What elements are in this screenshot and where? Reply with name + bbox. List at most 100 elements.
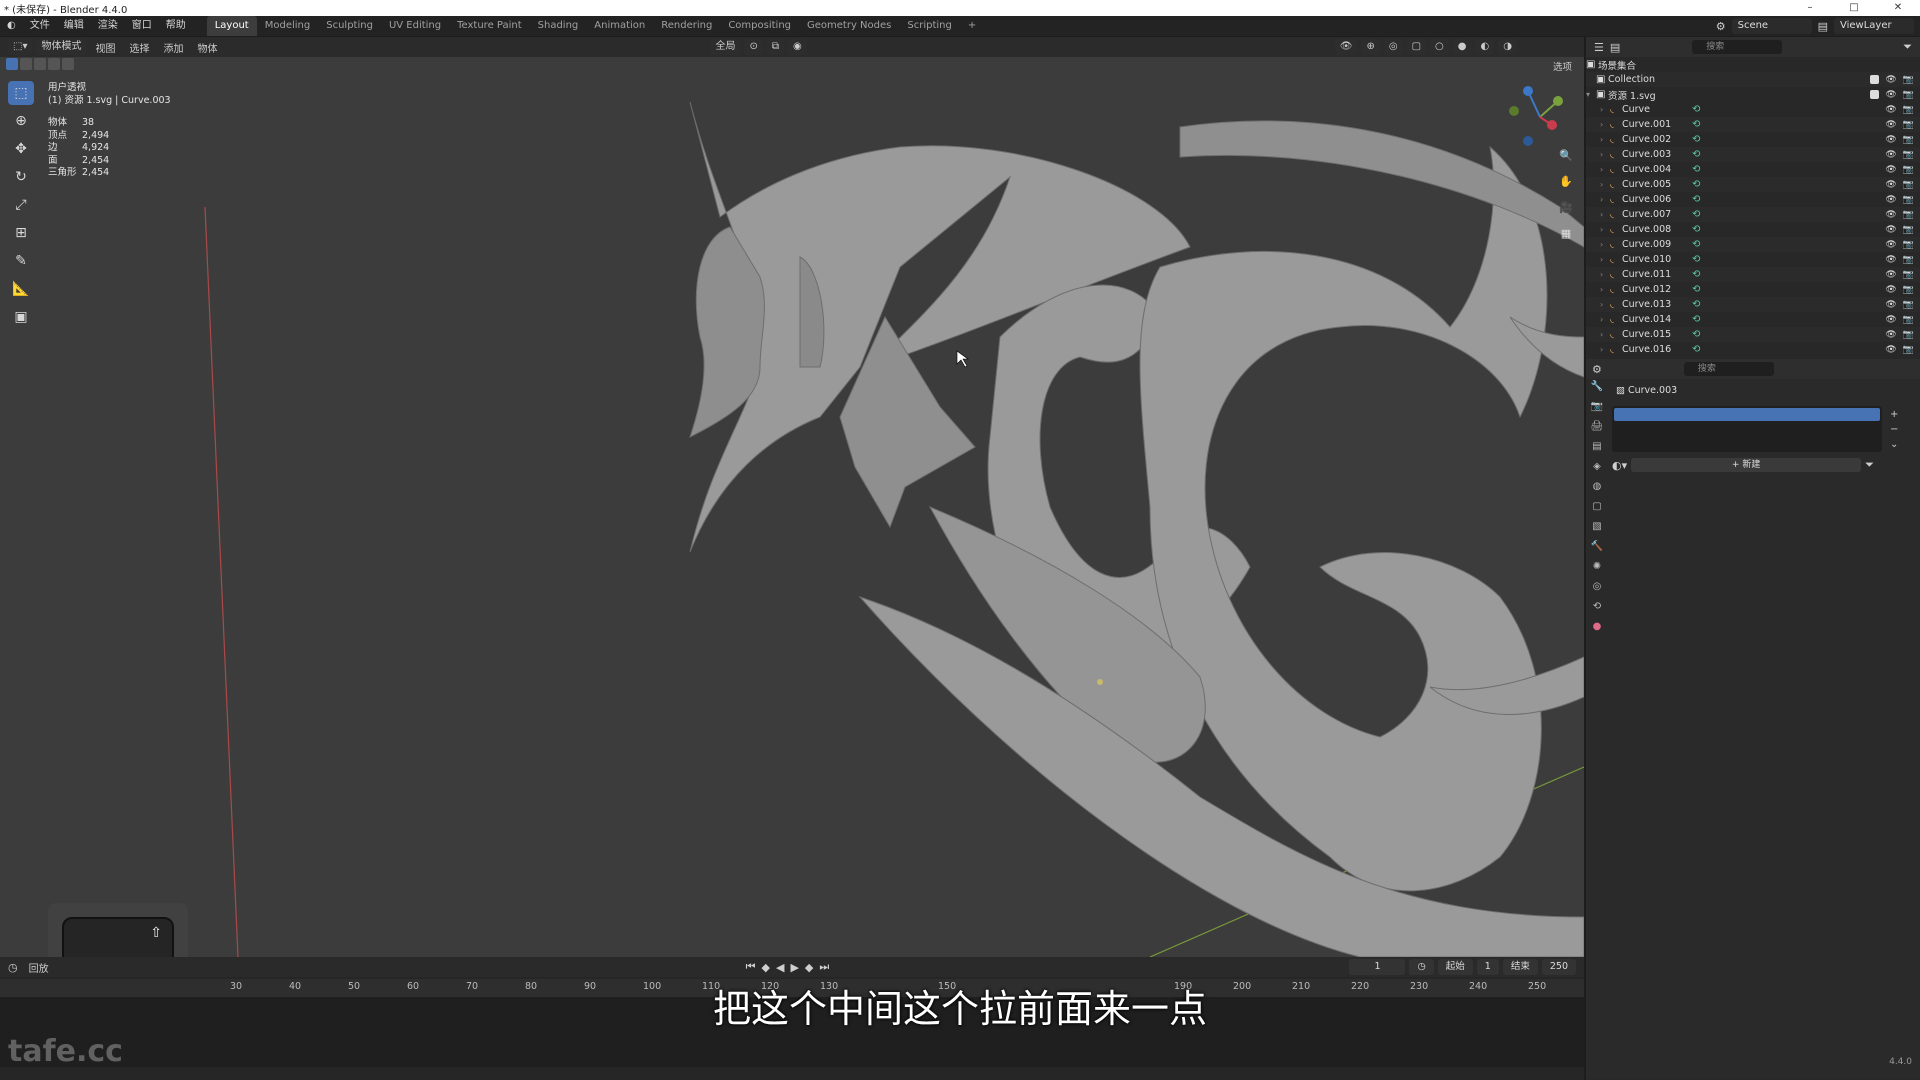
- camera-icon[interactable]: 📷: [1903, 225, 1914, 235]
- add-cube-tool[interactable]: ▣: [8, 305, 34, 329]
- outliner-row-scene-collection[interactable]: ▣ 场景集合: [1586, 57, 1920, 72]
- outliner-row-curve[interactable]: › ◟ Curve.007 ⟲ 👁 📷: [1586, 207, 1920, 222]
- select-subtract-icon[interactable]: [34, 58, 46, 70]
- curve-data-icon[interactable]: ⟲: [1692, 314, 1700, 325]
- expand-arrow-icon[interactable]: ›: [1600, 180, 1610, 189]
- mode-selector[interactable]: 物体模式: [36, 39, 87, 55]
- expand-arrow-icon[interactable]: ›: [1600, 225, 1610, 234]
- tab-modeling[interactable]: Modeling: [257, 16, 319, 36]
- eye-icon[interactable]: 👁: [1885, 255, 1896, 265]
- add-slot-icon[interactable]: +: [1890, 409, 1898, 420]
- curve-data-icon[interactable]: ⟲: [1692, 179, 1700, 190]
- camera-icon[interactable]: 📷: [1903, 345, 1914, 355]
- expand-arrow-icon[interactable]: ›: [1600, 300, 1610, 309]
- eye-icon[interactable]: 👁: [1885, 300, 1896, 310]
- transform-orientation-selector[interactable]: 全局: [710, 39, 741, 55]
- expand-arrow-icon[interactable]: ›: [1600, 120, 1610, 129]
- select-extend-icon[interactable]: [20, 58, 32, 70]
- curve-data-icon[interactable]: ⟲: [1692, 104, 1700, 115]
- svg-logo-object[interactable]: [689, 101, 1584, 957]
- menu-add[interactable]: 添加: [158, 40, 188, 55]
- curve-data-icon[interactable]: ⟲: [1692, 194, 1700, 205]
- view-layer-tab-icon[interactable]: ▤: [1589, 441, 1605, 455]
- 3d-viewport[interactable]: ⬚▾ 物体模式 视图 选择 添加 物体 全局 ⊙ ⧉ ◉ 👁 ⊕ ◎ ▢ ○ ●…: [0, 37, 1584, 957]
- new-material-button[interactable]: + 新建: [1631, 458, 1862, 472]
- pivot-icon[interactable]: ⊙: [744, 39, 763, 55]
- outliner-row-curve[interactable]: › ◟ Curve.008 ⟲ 👁 📷: [1586, 222, 1920, 237]
- scale-tool[interactable]: ⤢: [8, 193, 34, 217]
- camera-icon[interactable]: 📷: [1903, 195, 1914, 205]
- jump-start-icon[interactable]: ⏮: [746, 960, 756, 974]
- camera-icon[interactable]: 📷: [1903, 240, 1914, 250]
- data-tab-icon[interactable]: ⟲: [1589, 601, 1605, 615]
- eye-icon[interactable]: 👁: [1885, 195, 1896, 205]
- camera-icon[interactable]: 📷: [1903, 210, 1914, 220]
- outliner-row-curve[interactable]: › ◟ Curve.016 ⟲ 👁 📷: [1586, 342, 1920, 357]
- outliner-row-curve[interactable]: › ◟ Curve.001 ⟲ 👁 📷: [1586, 117, 1920, 132]
- camera-icon[interactable]: 📷: [1903, 75, 1914, 85]
- navigation-gizmo[interactable]: [1508, 85, 1572, 149]
- world-tab-icon[interactable]: ◍: [1589, 481, 1605, 495]
- options-button[interactable]: 选项: [1553, 59, 1572, 73]
- shading-rendered-icon[interactable]: ◑: [1498, 39, 1517, 55]
- annotate-tool[interactable]: ✎: [8, 249, 34, 273]
- eye-icon[interactable]: 👁: [1885, 180, 1896, 190]
- include-checkbox[interactable]: [1870, 89, 1880, 99]
- key-next-icon[interactable]: ◆: [805, 961, 813, 974]
- measure-tool[interactable]: 📐: [8, 277, 34, 301]
- filter-icon[interactable]: ⏷: [1903, 40, 1912, 54]
- scene-tab-icon[interactable]: ◈: [1589, 461, 1605, 475]
- grid-view-icon[interactable]: ▦: [1556, 227, 1576, 245]
- camera-icon[interactable]: 📷: [1903, 270, 1914, 280]
- eye-icon[interactable]: 👁: [1885, 285, 1896, 295]
- render-tab-icon[interactable]: 📷: [1589, 401, 1605, 415]
- blender-logo-icon[interactable]: ◐: [0, 16, 23, 36]
- expand-arrow-icon[interactable]: ›: [1600, 255, 1610, 264]
- include-checkbox[interactable]: [1870, 74, 1880, 84]
- camera-icon[interactable]: 📷: [1903, 315, 1914, 325]
- tab-compositing[interactable]: Compositing: [720, 16, 799, 36]
- camera-icon[interactable]: 📷: [1903, 255, 1914, 265]
- eye-icon[interactable]: 👁: [1885, 330, 1896, 340]
- tab-shading[interactable]: Shading: [530, 16, 587, 36]
- expand-arrow-icon[interactable]: ›: [1600, 285, 1610, 294]
- camera-icon[interactable]: 📷: [1903, 150, 1914, 160]
- playback-menu[interactable]: 回放: [24, 960, 54, 975]
- camera-icon[interactable]: 📷: [1903, 120, 1914, 130]
- proportional-edit-icon[interactable]: ◉: [788, 39, 807, 55]
- rotate-tool[interactable]: ↻: [8, 165, 34, 189]
- eye-icon[interactable]: 👁: [1885, 240, 1896, 250]
- outliner-row-svg-collection[interactable]: ▾ ▣ 资源 1.svg 👁 📷: [1586, 87, 1920, 102]
- outliner-row-curve[interactable]: › ◟ Curve.012 ⟲ 👁 📷: [1586, 282, 1920, 297]
- outliner-editor-icon[interactable]: ☰: [1594, 41, 1604, 54]
- scene-selector[interactable]: Scene: [1731, 18, 1812, 34]
- xray-toggle-icon[interactable]: ▢: [1406, 39, 1427, 55]
- curve-data-icon[interactable]: ⟲: [1692, 254, 1700, 265]
- expand-arrow-icon[interactable]: ▾: [1586, 90, 1596, 99]
- material-slot-list[interactable]: [1612, 406, 1882, 452]
- menu-render[interactable]: 渲染: [91, 16, 125, 36]
- eye-icon[interactable]: 👁: [1885, 90, 1896, 100]
- output-tab-icon[interactable]: 🖨: [1589, 421, 1605, 435]
- camera-icon[interactable]: 📷: [1903, 180, 1914, 190]
- camera-icon[interactable]: 🎥: [1556, 201, 1576, 219]
- curve-data-icon[interactable]: ⟲: [1692, 119, 1700, 130]
- eye-icon[interactable]: 👁: [1885, 270, 1896, 280]
- eye-icon[interactable]: 👁: [1885, 105, 1896, 115]
- tab-geometry-nodes[interactable]: Geometry Nodes: [799, 16, 899, 36]
- outliner-row-curve[interactable]: › ◟ Curve.009 ⟲ 👁 📷: [1586, 237, 1920, 252]
- timeline-editor-icon[interactable]: ◷: [8, 961, 18, 974]
- eye-icon[interactable]: 👁: [1885, 150, 1896, 160]
- expand-arrow-icon[interactable]: ›: [1600, 150, 1610, 159]
- end-frame-field[interactable]: 250: [1541, 959, 1576, 975]
- camera-icon[interactable]: 📷: [1903, 330, 1914, 340]
- maximize-button[interactable]: □: [1832, 0, 1876, 16]
- expand-arrow-icon[interactable]: ›: [1600, 195, 1610, 204]
- outliner-row-curve[interactable]: › ◟ Curve.005 ⟲ 👁 📷: [1586, 177, 1920, 192]
- properties-editor-icon[interactable]: ⚙: [1592, 363, 1602, 376]
- material-browse-icon[interactable]: ◐▾: [1612, 459, 1627, 472]
- curve-data-icon[interactable]: ⟲: [1692, 284, 1700, 295]
- object-tab-icon[interactable]: ▧: [1589, 521, 1605, 535]
- display-mode-icon[interactable]: ▤: [1610, 41, 1620, 54]
- cursor-tool[interactable]: ⊕: [8, 109, 34, 133]
